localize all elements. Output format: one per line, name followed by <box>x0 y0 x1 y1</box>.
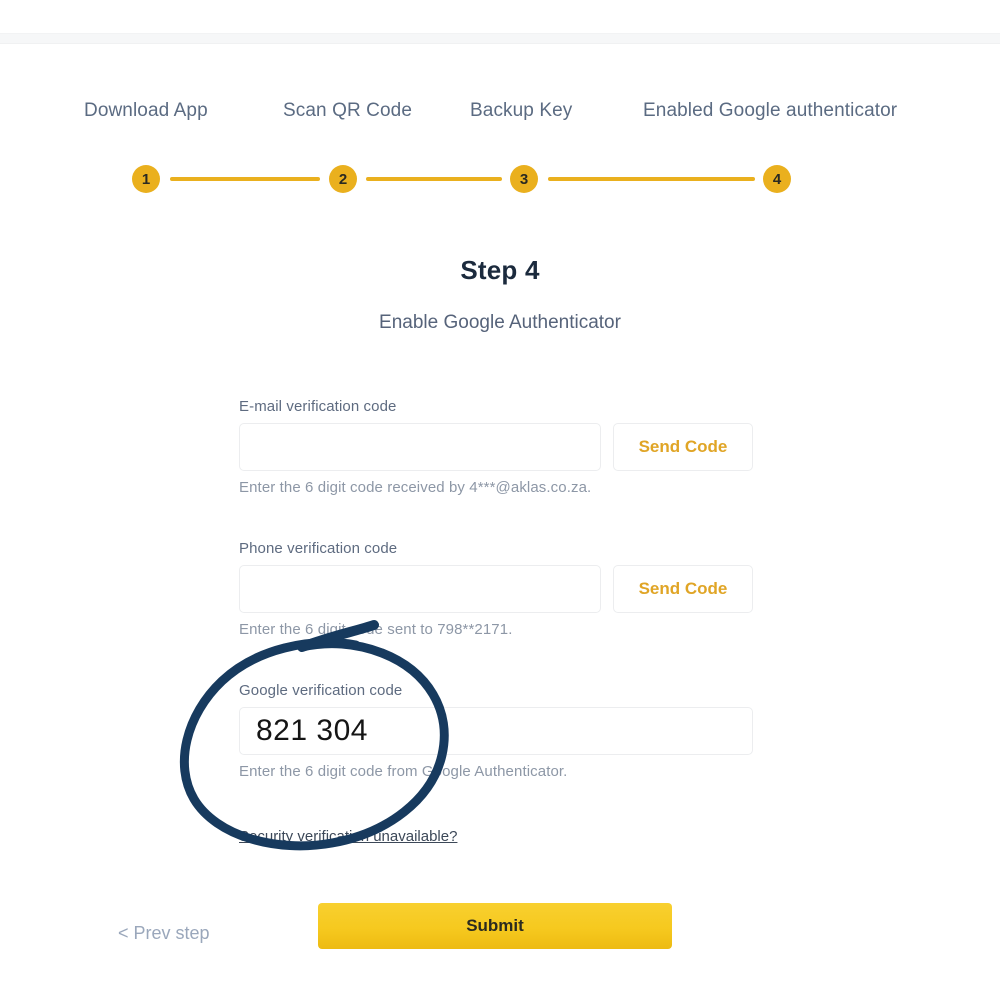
phone-field-hint: Enter the 6 digit code sent to 798**2171… <box>239 621 513 638</box>
google-code-input[interactable]: 821 304 <box>239 707 753 755</box>
step-label-2: Scan QR Code <box>283 100 412 121</box>
google-field-row: 821 304 <box>239 707 753 755</box>
stepper-connector-3-4 <box>548 177 755 181</box>
step-label-3: Backup Key <box>470 100 573 121</box>
phone-field-row: Send Code <box>239 565 753 613</box>
google-field-hint: Enter the 6 digit code from Google Authe… <box>239 763 568 780</box>
step-label-4: Enabled Google authenticator <box>643 100 898 121</box>
step-label-1: Download App <box>84 100 208 121</box>
page-title: Step 4 <box>460 255 540 285</box>
email-field-hint: Enter the 6 digit code received by 4***@… <box>239 479 592 496</box>
email-code-input[interactable] <box>239 423 601 471</box>
google-field-label: Google verification code <box>239 682 403 699</box>
stepper-circle-1[interactable]: 1 <box>132 165 160 193</box>
page-top-band <box>0 33 1000 44</box>
phone-field-label: Phone verification code <box>239 540 398 557</box>
email-send-code-button[interactable]: Send Code <box>613 423 753 471</box>
phone-verification-group: Phone verification code Send Code Enter … <box>239 540 753 638</box>
stepper-circle-2[interactable]: 2 <box>329 165 357 193</box>
verification-form: E-mail verification code Send Code Enter… <box>239 398 753 780</box>
google-verification-group: Google verification code 821 304 Enter t… <box>239 682 753 780</box>
security-verification-unavailable-link[interactable]: Security verification unavailable? <box>239 828 457 845</box>
submit-button[interactable]: Submit <box>318 903 672 949</box>
stepper-circle-3[interactable]: 3 <box>510 165 538 193</box>
stepper-track: 1 2 3 4 <box>0 162 1000 196</box>
page-subtitle: Enable Google Authenticator <box>379 312 621 333</box>
prev-step-button[interactable]: < Prev step <box>118 923 210 944</box>
email-verification-group: E-mail verification code Send Code Enter… <box>239 398 753 496</box>
phone-code-input[interactable] <box>239 565 601 613</box>
email-field-row: Send Code <box>239 423 753 471</box>
stepper-connector-1-2 <box>170 177 320 181</box>
progress-stepper: Download App Scan QR Code Backup Key Ena… <box>0 100 1000 210</box>
email-field-label: E-mail verification code <box>239 398 397 415</box>
stepper-connector-2-3 <box>366 177 502 181</box>
phone-send-code-button[interactable]: Send Code <box>613 565 753 613</box>
stepper-circle-4[interactable]: 4 <box>763 165 791 193</box>
google-code-value: 821 304 <box>256 714 368 747</box>
